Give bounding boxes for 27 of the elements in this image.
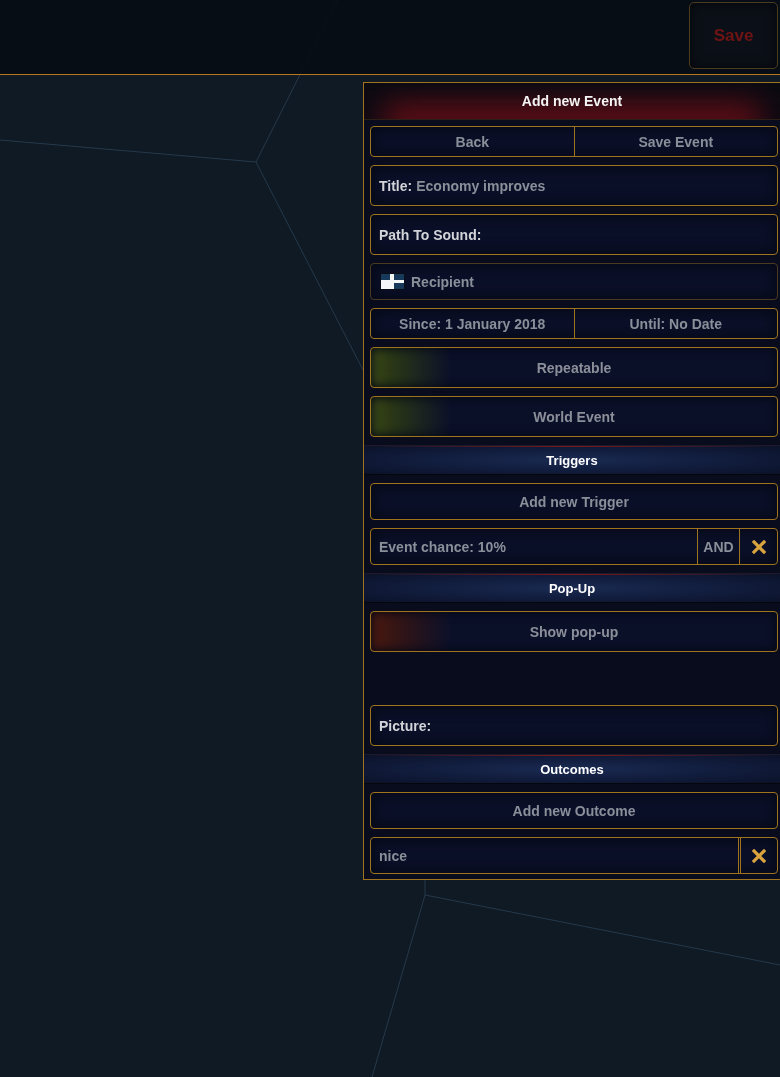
since-date-button[interactable]: Since: 1 January 2018 — [371, 309, 574, 338]
panel-title: Add new Event — [364, 83, 780, 120]
section-header: Triggers — [364, 445, 780, 475]
toggle-button[interactable]: Repeatable — [370, 347, 778, 388]
field-label: Path To Sound: — [379, 226, 482, 243]
add-button[interactable]: Add new Outcome — [370, 792, 778, 829]
save-event-button[interactable]: Save Event — [573, 127, 777, 156]
section-header: Outcomes — [364, 754, 780, 784]
flag-icon — [380, 273, 405, 290]
text-field[interactable]: Picture: — [370, 705, 778, 746]
operator-button[interactable]: AND — [697, 529, 739, 564]
field-label: Picture: — [379, 717, 432, 734]
toggle-button[interactable]: Show pop-up — [370, 611, 778, 652]
item-text: nice — [378, 846, 408, 866]
toggle-button[interactable]: World Event — [370, 396, 778, 437]
x-icon — [751, 539, 766, 554]
back-button[interactable]: Back — [371, 127, 574, 156]
text-field[interactable]: Path To Sound: — [370, 214, 778, 255]
item-text: Event chance: 10% — [378, 537, 507, 557]
field-label: Title: — [379, 177, 413, 194]
text-field[interactable]: Title: Economy improves — [370, 165, 778, 206]
add-button[interactable]: Add new Trigger — [370, 483, 778, 520]
until-date-button[interactable]: Until: No Date — [573, 309, 777, 338]
field-value: Economy improves — [416, 177, 546, 194]
x-icon — [752, 848, 766, 863]
recipient-selector[interactable]: Recipient — [370, 263, 778, 300]
section-header: Pop-Up — [364, 573, 780, 603]
